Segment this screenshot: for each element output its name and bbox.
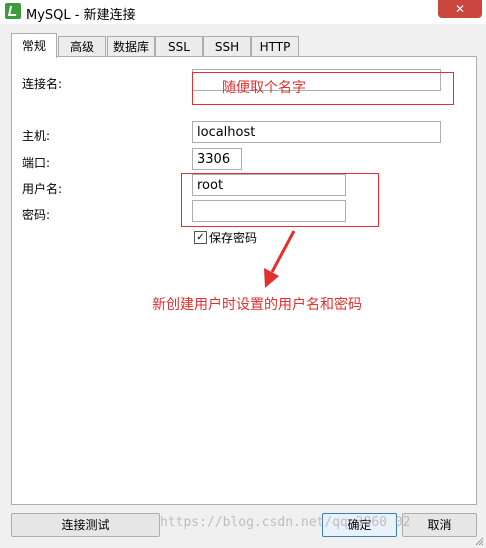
window-title: MySQL - 新建连接 — [26, 8, 136, 23]
watermark: https://blog.csdn.net/qq_3860 02 — [160, 515, 411, 530]
resize-grip-icon[interactable] — [474, 536, 484, 546]
tab-general[interactable]: 常规 — [11, 33, 57, 58]
port-label: 端口: — [22, 156, 51, 170]
annotation-name-hint: 随便取个名字 — [222, 80, 306, 96]
tab-http[interactable]: HTTP — [251, 36, 299, 57]
tab-advanced[interactable]: 高级 — [58, 36, 106, 57]
close-button[interactable]: ✕ — [438, 0, 482, 18]
tab-databases[interactable]: 数据库 — [107, 36, 155, 57]
password-label: 密码: — [22, 208, 51, 222]
annotation-credentials-hint: 新创建用户时设置的用户名和密码 — [152, 297, 362, 313]
tab-ssl[interactable]: SSL — [155, 36, 203, 57]
save-password-label: 保存密码 — [209, 231, 258, 245]
username-label: 用户名: — [22, 182, 63, 196]
title-bar: MySQL - 新建连接 ✕ — [0, 0, 486, 24]
annotation-box-credentials — [181, 173, 379, 227]
port-input[interactable]: 3306 — [192, 148, 242, 170]
annotation-arrow-icon — [264, 230, 296, 288]
connection-name-label: 连接名: — [22, 77, 63, 91]
cancel-button[interactable]: 取消 — [402, 513, 477, 537]
save-password-checkbox[interactable]: ✓ — [194, 231, 207, 244]
tab-ssh[interactable]: SSH — [203, 36, 251, 57]
test-connection-button[interactable]: 连接测试 — [11, 513, 160, 537]
navicat-app-icon — [5, 3, 21, 19]
host-label: 主机: — [22, 129, 51, 143]
host-input[interactable]: localhost — [192, 121, 441, 143]
